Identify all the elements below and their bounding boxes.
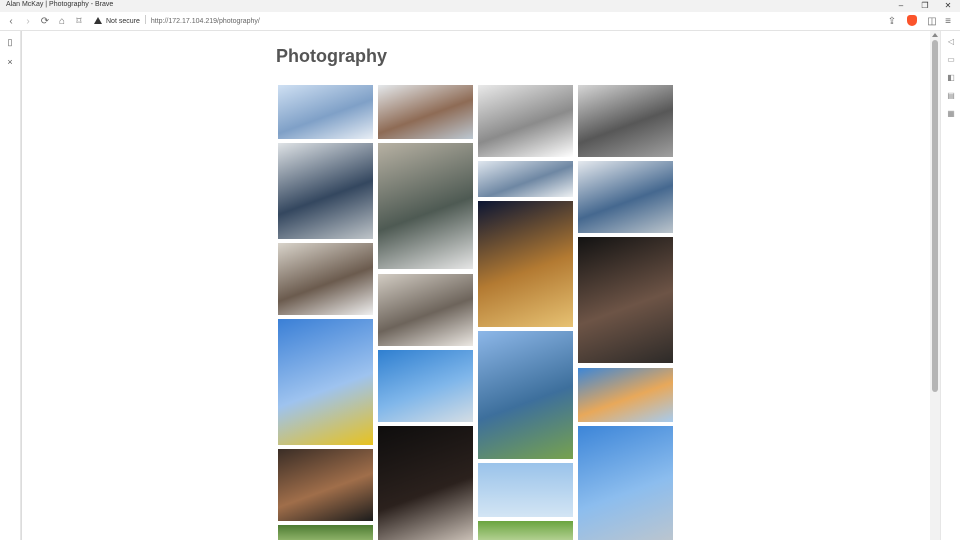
- reading-list-icon[interactable]: ▭: [946, 55, 956, 65]
- security-label[interactable]: Not secure: [106, 18, 140, 25]
- window-title: Alan McKay | Photography - Brave: [6, 1, 114, 8]
- bookmarks-icon[interactable]: ◧: [946, 73, 956, 83]
- photo-snowy-building-lot[interactable]: [478, 161, 573, 197]
- photo-hot-air-balloon-yellow[interactable]: [278, 319, 373, 445]
- photo-blue-sky-building[interactable]: [378, 350, 473, 422]
- right-sidebar: ◁ ▭ ◧ ▤ ▦: [940, 31, 960, 540]
- photo-limb-lab-storefront[interactable]: [278, 243, 373, 315]
- photo-night-alley-lights[interactable]: [478, 201, 573, 327]
- photo-snowy-street-buildings[interactable]: [278, 85, 373, 139]
- minimize-button[interactable]: –: [891, 0, 911, 12]
- sidebar-toggle-icon[interactable]: ◫: [925, 15, 939, 29]
- sidebar-panel-icon[interactable]: ▯: [4, 36, 16, 48]
- left-sidebar: ▯ ×: [0, 31, 21, 540]
- page-scrollbar[interactable]: [930, 31, 940, 540]
- scroll-up-arrow[interactable]: [932, 33, 938, 37]
- separator: [144, 15, 146, 24]
- url-text[interactable]: http://172.17.104.219/photography/: [151, 18, 260, 25]
- history-icon[interactable]: ▤: [946, 91, 956, 101]
- photo-snow-under-overpass[interactable]: [278, 143, 373, 239]
- photo-snowy-road-building[interactable]: [578, 161, 673, 233]
- menu-icon[interactable]: ≡: [941, 15, 955, 29]
- photo-flags-sign-street[interactable]: [478, 331, 573, 459]
- photo-green-trees-bottom[interactable]: [278, 525, 373, 540]
- close-icon[interactable]: ×: [4, 56, 16, 68]
- share-icon[interactable]: ⇪: [885, 15, 899, 29]
- home-button[interactable]: ⌂: [55, 15, 69, 29]
- wallet-icon[interactable]: ▦: [946, 109, 956, 119]
- photo-night-courtyard[interactable]: [278, 449, 373, 521]
- photo-window-figure-dark[interactable]: [578, 237, 673, 363]
- forward-button[interactable]: ›: [21, 15, 35, 29]
- photo-diner-blue-sky[interactable]: [578, 426, 673, 540]
- bookmark-icon[interactable]: ⌑: [72, 15, 86, 29]
- photo-river-building-snow[interactable]: [378, 85, 473, 139]
- photo-interior-lobby[interactable]: [378, 274, 473, 346]
- address-bar[interactable]: Not secure http://172.17.104.219/photogra…: [94, 15, 260, 29]
- page-title: Photography: [276, 46, 387, 66]
- photo-foggy-bridge[interactable]: [578, 85, 673, 157]
- maximize-button[interactable]: ❐: [915, 0, 935, 12]
- warning-icon: [94, 17, 102, 24]
- photo-balloons-pale-sky[interactable]: [478, 463, 573, 517]
- reload-button[interactable]: ⟳: [38, 15, 52, 29]
- scrollbar-thumb[interactable]: [932, 40, 938, 392]
- page-content: Photography: [22, 31, 930, 540]
- photo-green-foliage[interactable]: [478, 521, 573, 540]
- window-titlebar: Alan McKay | Photography - Brave – ❐ ✕: [0, 0, 960, 12]
- photo-snowy-tree-branches[interactable]: [478, 85, 573, 157]
- close-window-button[interactable]: ✕: [938, 0, 958, 12]
- browser-toolbar: ‹ › ⟳ ⌂ ⌑ Not secure http://172.17.104.21…: [0, 12, 960, 31]
- photo-doorway-with-snow[interactable]: [378, 143, 473, 269]
- photo-sunset-balloons[interactable]: [578, 368, 673, 422]
- back-button[interactable]: ‹: [4, 15, 18, 29]
- sidebar-collapse-icon[interactable]: ◁: [946, 37, 956, 47]
- photo-dark-tunnel[interactable]: [378, 426, 473, 540]
- brave-shields-icon[interactable]: [907, 15, 917, 26]
